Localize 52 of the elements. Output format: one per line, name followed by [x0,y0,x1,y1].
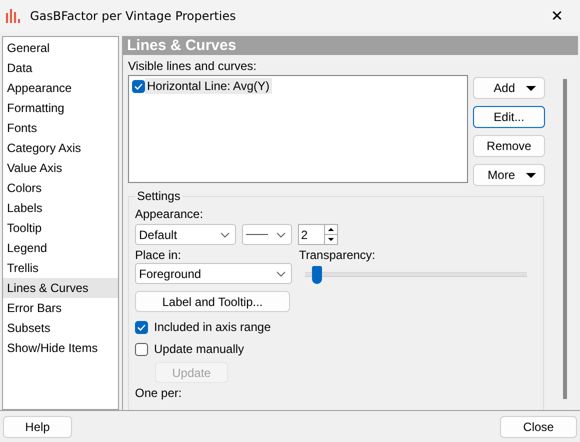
checkbox-label: Included in axis range [154,320,271,334]
help-button[interactable]: Help [3,416,72,438]
group-title: Settings [135,189,182,203]
field-label: One per: [135,386,183,401]
close-button[interactable]: Close [500,416,577,438]
checkbox[interactable] [135,320,148,334]
field-label: Transparency: [299,248,376,263]
sidebar-item[interactable]: Legend [3,238,118,258]
field-label: Appearance: [135,207,204,222]
sidebar-item[interactable]: Category Axis [3,138,118,158]
sidebar-item[interactable]: General [3,38,118,58]
action-button[interactable]: More [473,164,545,186]
list-item[interactable]: Horizontal Line: Avg(Y) [145,78,272,94]
checkbox-label: Update manually [154,342,244,356]
sidebar-item[interactable]: Formatting [3,98,118,118]
list-label: Visible lines and curves: [128,59,258,74]
place-dropdown[interactable]: Foreground [135,263,292,284]
label-tooltip-button[interactable]: Label and Tooltip... [135,291,290,312]
close-button[interactable]: ✕ [534,0,580,32]
checkbox[interactable] [132,80,145,92]
sidebar-item[interactable]: Colors [3,178,118,198]
sidebar-item[interactable]: Tooltip [3,218,118,238]
sidebar-item[interactable]: Appearance [3,78,118,98]
check-icon [137,324,146,330]
line-style-dropdown[interactable] [242,224,292,245]
line-width-field[interactable]: 2 [298,224,338,245]
panel-header: Lines & Curves [123,36,578,55]
chevron-down-icon [276,270,286,276]
sidebar-item[interactable]: Trellis [3,258,118,278]
sidebar-item[interactable]: Error Bars [3,298,118,318]
field-label: Place in: [135,248,182,263]
action-button[interactable]: Add [473,77,545,99]
sidebar-item[interactable]: Show/Hide Items [3,338,118,358]
caret-icon [526,172,536,178]
sidebar-item[interactable]: Subsets [3,318,118,338]
sidebar-item[interactable]: Lines & Curves [3,278,118,298]
sidebar-item[interactable]: Value Axis [3,158,118,178]
caret-icon [526,86,536,90]
sidebar-item[interactable]: Fonts [3,118,118,138]
window-title: GasBFactor per Vintage Properties [30,9,237,23]
bar-chart-icon [6,9,20,23]
checkbox[interactable] [135,342,148,356]
appearance-dropdown[interactable]: Default [135,224,236,245]
action-button[interactable]: Remove [473,135,545,157]
chevron-down-icon [220,232,230,238]
scrollbar[interactable] [563,79,567,399]
slider-thumb[interactable] [312,266,322,284]
action-button[interactable]: Edit... [473,106,545,128]
sidebar-item[interactable]: Labels [3,198,118,218]
check-icon [134,82,143,90]
chevron-down-icon [276,232,286,238]
sidebar-item[interactable]: Data [3,58,118,78]
